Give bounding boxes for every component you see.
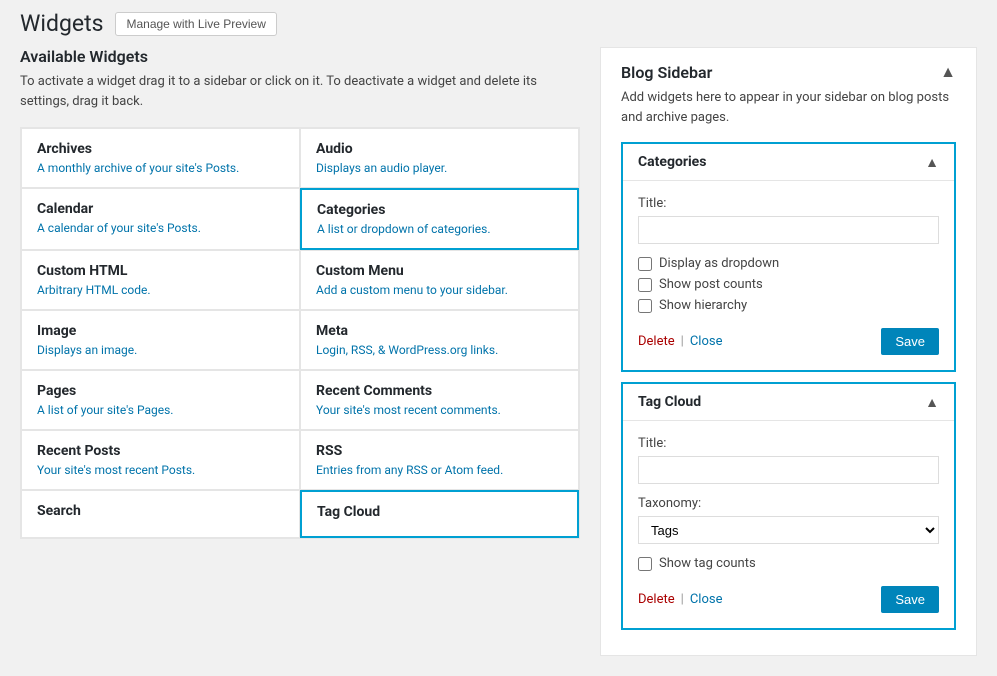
widget-desc-archives: A monthly archive of your site's Posts. bbox=[37, 161, 284, 175]
categories-widget-title: Categories bbox=[638, 154, 706, 170]
widget-desc-meta: Login, RSS, & WordPress.org links. bbox=[316, 343, 563, 357]
widget-name-custom-menu: Custom Menu bbox=[316, 263, 563, 279]
blog-sidebar-panel: Blog Sidebar ▲ Add widgets here to appea… bbox=[600, 47, 977, 656]
widget-name-search: Search bbox=[37, 503, 284, 519]
widget-grid: Archives A monthly archive of your site's… bbox=[20, 127, 580, 539]
widgets-area: Categories ▲ Title: Display as dropdown bbox=[621, 142, 956, 640]
widget-desc-recent-posts: Your site's most recent Posts. bbox=[37, 463, 284, 477]
tag-cloud-checkbox-group: Show tag counts bbox=[638, 556, 939, 571]
show-hierarchy-checkbox-item[interactable]: Show hierarchy bbox=[638, 298, 939, 313]
widget-cell-calendar[interactable]: Calendar A calendar of your site's Posts. bbox=[21, 188, 300, 250]
tag-cloud-close-link[interactable]: Close bbox=[690, 592, 723, 607]
taxonomy-select[interactable]: TagsCategoriesPost Formats bbox=[638, 516, 939, 544]
widget-desc-rss: Entries from any RSS or Atom feed. bbox=[316, 463, 563, 477]
tag-cloud-title-label: Title: bbox=[638, 436, 939, 451]
widget-cell-archives[interactable]: Archives A monthly archive of your site's… bbox=[21, 128, 300, 188]
available-widgets-title: Available Widgets bbox=[20, 47, 580, 66]
tag-cloud-widget-title: Tag Cloud bbox=[638, 394, 701, 410]
sidebar-panel-desc: Add widgets here to appear in your sideb… bbox=[621, 88, 956, 127]
display-dropdown-checkbox-item[interactable]: Display as dropdown bbox=[638, 256, 939, 271]
widget-cell-tag-cloud[interactable]: Tag Cloud bbox=[300, 490, 579, 538]
widget-cell-meta[interactable]: Meta Login, RSS, & WordPress.org links. bbox=[300, 310, 579, 370]
widget-name-image: Image bbox=[37, 323, 284, 339]
tag-cloud-delete-link[interactable]: Delete bbox=[638, 592, 675, 607]
widget-desc-image: Displays an image. bbox=[37, 343, 284, 357]
categories-widget-body: Title: Display as dropdown Show post cou… bbox=[623, 181, 954, 370]
categories-action-links: Delete | Close bbox=[638, 334, 722, 349]
widget-desc-calendar: A calendar of your site's Posts. bbox=[37, 221, 284, 235]
widget-name-meta: Meta bbox=[316, 323, 563, 339]
categories-title-label: Title: bbox=[638, 196, 939, 211]
tag-cloud-title-input[interactable] bbox=[638, 456, 939, 484]
available-widgets-desc: To activate a widget drag it to a sideba… bbox=[20, 72, 580, 111]
categories-widget-toggle[interactable]: ▲ bbox=[925, 154, 939, 170]
widget-desc-pages: A list of your site's Pages. bbox=[37, 403, 284, 417]
widget-cell-audio[interactable]: Audio Displays an audio player. bbox=[300, 128, 579, 188]
widget-name-calendar: Calendar bbox=[37, 201, 284, 217]
sidebar-collapse-button[interactable]: ▲ bbox=[940, 64, 956, 82]
widget-cell-categories[interactable]: Categories A list or dropdown of categori… bbox=[300, 188, 579, 250]
show-tag-counts-checkbox[interactable] bbox=[638, 557, 652, 571]
display-dropdown-label: Display as dropdown bbox=[659, 256, 779, 271]
tag-cloud-save-button[interactable]: Save bbox=[881, 586, 939, 613]
page-title: Widgets bbox=[20, 10, 103, 37]
show-tag-counts-label: Show tag counts bbox=[659, 556, 756, 571]
widget-desc-custom-html: Arbitrary HTML code. bbox=[37, 283, 284, 297]
widget-name-recent-comments: Recent Comments bbox=[316, 383, 563, 399]
show-tag-counts-checkbox-item[interactable]: Show tag counts bbox=[638, 556, 939, 571]
show-post-counts-checkbox-item[interactable]: Show post counts bbox=[638, 277, 939, 292]
categories-save-button[interactable]: Save bbox=[881, 328, 939, 355]
categories-widget-header: Categories ▲ bbox=[623, 144, 954, 181]
widget-desc-recent-comments: Your site's most recent comments. bbox=[316, 403, 563, 417]
widget-cell-recent-comments[interactable]: Recent Comments Your site's most recent c… bbox=[300, 370, 579, 430]
widget-desc-categories: A list or dropdown of categories. bbox=[317, 222, 562, 236]
categories-close-link[interactable]: Close bbox=[690, 334, 723, 349]
widget-cell-custom-html[interactable]: Custom HTML Arbitrary HTML code. bbox=[21, 250, 300, 310]
taxonomy-label: Taxonomy: bbox=[638, 496, 939, 511]
tag-cloud-widget-toggle[interactable]: ▲ bbox=[925, 394, 939, 410]
widget-cell-pages[interactable]: Pages A list of your site's Pages. bbox=[21, 370, 300, 430]
categories-delete-link[interactable]: Delete bbox=[638, 334, 675, 349]
widget-name-recent-posts: Recent Posts bbox=[37, 443, 284, 459]
widget-desc-custom-menu: Add a custom menu to your sidebar. bbox=[316, 283, 563, 297]
widget-cell-recent-posts[interactable]: Recent Posts Your site's most recent Post… bbox=[21, 430, 300, 490]
show-post-counts-checkbox[interactable] bbox=[638, 278, 652, 292]
widget-name-tag-cloud: Tag Cloud bbox=[317, 504, 562, 520]
widget-cell-search[interactable]: Search bbox=[21, 490, 300, 538]
widget-name-pages: Pages bbox=[37, 383, 284, 399]
page-header: Widgets Manage with Live Preview bbox=[0, 0, 997, 47]
show-hierarchy-label: Show hierarchy bbox=[659, 298, 747, 313]
widget-cell-custom-menu[interactable]: Custom Menu Add a custom menu to your sid… bbox=[300, 250, 579, 310]
live-preview-button[interactable]: Manage with Live Preview bbox=[115, 12, 276, 36]
sidebar-panel-header: Blog Sidebar ▲ bbox=[621, 63, 956, 82]
tag-cloud-separator: | bbox=[681, 592, 684, 607]
widget-name-categories: Categories bbox=[317, 202, 562, 218]
show-hierarchy-checkbox[interactable] bbox=[638, 299, 652, 313]
available-widgets-panel: Available Widgets To activate a widget d… bbox=[20, 47, 580, 656]
tag-cloud-action-links: Delete | Close bbox=[638, 592, 722, 607]
tag-cloud-widget: Tag Cloud ▲ Title: Taxonomy: TagsCategor… bbox=[621, 382, 956, 630]
widget-cell-rss[interactable]: RSS Entries from any RSS or Atom feed. bbox=[300, 430, 579, 490]
display-dropdown-checkbox[interactable] bbox=[638, 257, 652, 271]
show-post-counts-label: Show post counts bbox=[659, 277, 763, 292]
sidebar-panel-title: Blog Sidebar bbox=[621, 63, 712, 82]
widget-desc-audio: Displays an audio player. bbox=[316, 161, 563, 175]
categories-title-input[interactable] bbox=[638, 216, 939, 244]
widget-name-archives: Archives bbox=[37, 141, 284, 157]
main-content: Available Widgets To activate a widget d… bbox=[0, 47, 997, 676]
widget-cell-image[interactable]: Image Displays an image. bbox=[21, 310, 300, 370]
tag-cloud-widget-header: Tag Cloud ▲ bbox=[623, 384, 954, 421]
widget-name-audio: Audio bbox=[316, 141, 563, 157]
tag-cloud-widget-actions: Delete | Close Save bbox=[638, 586, 939, 613]
categories-checkbox-group: Display as dropdown Show post counts Sho… bbox=[638, 256, 939, 313]
categories-separator: | bbox=[681, 334, 684, 349]
sidebar-panel: Blog Sidebar ▲ Add widgets here to appea… bbox=[600, 47, 977, 656]
widget-name-custom-html: Custom HTML bbox=[37, 263, 284, 279]
categories-widget: Categories ▲ Title: Display as dropdown bbox=[621, 142, 956, 372]
tag-cloud-widget-body: Title: Taxonomy: TagsCategoriesPost Form… bbox=[623, 421, 954, 628]
categories-widget-actions: Delete | Close Save bbox=[638, 328, 939, 355]
widget-name-rss: RSS bbox=[316, 443, 563, 459]
